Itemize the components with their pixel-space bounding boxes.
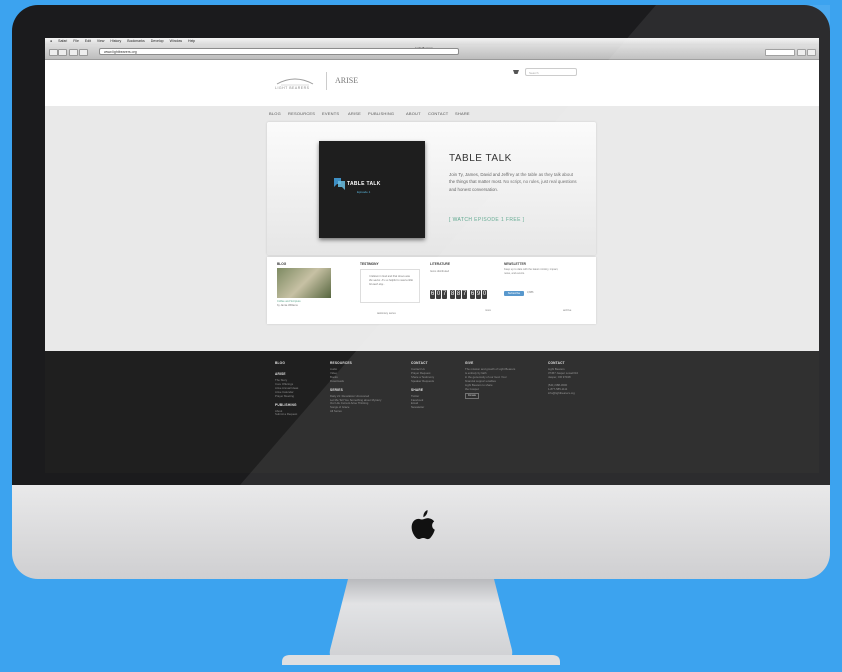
nav-resources[interactable]: RESOURCES — [288, 111, 315, 116]
footer-col-address: CONTACT Light Bearers 37457 Jasper Lowel… — [548, 361, 578, 395]
hero-description: Join Ty, James, David and Jeffrey at the… — [449, 172, 577, 192]
counter-digit: 0 — [436, 290, 441, 299]
counter-digit: 6 — [430, 290, 435, 299]
table-talk-logo-icon — [334, 178, 345, 190]
nav-events[interactable]: EVENTS — [322, 111, 339, 116]
testimony-quote-box: I believe in God and that Jesus was the … — [360, 269, 420, 303]
menu-item[interactable]: History — [110, 38, 121, 45]
watch-episode-link[interactable]: [ WATCH EPISODE 1 FREE ] — [449, 217, 524, 223]
counter-digit: 0 — [482, 290, 487, 299]
footer-heading[interactable]: ARISE — [275, 372, 298, 376]
counter-digit: 7 — [442, 290, 447, 299]
menu-item[interactable]: Window — [170, 38, 182, 45]
literature-more-link[interactable]: more — [485, 309, 491, 313]
give-text: the Gospel. — [465, 386, 480, 391]
apple-menu-icon[interactable]: ● — [50, 38, 52, 45]
blog-widget-heading[interactable]: BLOG — [277, 262, 286, 266]
widgets-panel: BLOG Coffee and Scripture by Jamie Willi… — [267, 257, 596, 324]
footer-col-give: GIVE The mission and growth of Light Bea… — [465, 361, 517, 400]
browser-window: ● Safari File Edit View History Bookmark… — [45, 38, 819, 473]
footer-link[interactable]: Newsletter — [411, 405, 434, 410]
literature-counter: 6 0 7 8 8 7 6 9 0 — [430, 290, 494, 300]
footer-heading[interactable]: PUBLISHING — [275, 403, 298, 407]
counter-digit: 7 — [462, 290, 467, 299]
hero-carousel: TABLE TALK Episode 1 TABLE TALK Join Ty,… — [267, 122, 596, 255]
site-footer: BLOG ARISE The Story Core Offerings Aris… — [45, 351, 819, 473]
screen-bezel: ● Safari File Edit View History Bookmark… — [12, 5, 830, 485]
blog-post-byline: by Jamie Williams — [277, 304, 298, 307]
downloads-button[interactable] — [797, 49, 806, 56]
footer-heading[interactable]: SERIES — [330, 388, 381, 392]
literature-label: Items distributed — [430, 270, 450, 273]
menu-item[interactable]: Develop — [151, 38, 164, 45]
site-search-input[interactable]: Search — [525, 68, 577, 76]
bookmarks-button[interactable] — [807, 49, 816, 56]
hero-title: TABLE TALK — [449, 153, 512, 164]
blog-thumbnail[interactable] — [277, 268, 331, 298]
footer-heading[interactable]: SHARE — [411, 388, 434, 392]
arise-logo[interactable]: ARISE — [335, 76, 358, 85]
url-field[interactable]: www.lightbearers.org — [99, 48, 459, 55]
browser-search-field[interactable] — [765, 49, 795, 56]
footer-heading[interactable]: RESOURCES — [330, 361, 381, 365]
newsletter-widget-heading[interactable]: NEWSLETTER — [504, 262, 526, 266]
hero-image-title: TABLE TALK — [347, 181, 381, 187]
menu-item[interactable]: File — [73, 38, 79, 45]
footer-heading[interactable]: CONTACT — [411, 361, 434, 365]
newsletter-text: Keep up to date with the latest ministry… — [504, 268, 559, 275]
nav-publishing[interactable]: PUBLISHING — [368, 111, 394, 116]
footer-link[interactable]: Speaker Requests — [411, 379, 434, 384]
footer-col-resources: RESOURCES Audio Video Books Downloads SE… — [330, 361, 381, 414]
menu-item[interactable]: Edit — [85, 38, 91, 45]
footer-heading[interactable]: CONTACT — [548, 361, 578, 365]
hero-image[interactable]: TABLE TALK Episode 1 — [319, 141, 425, 238]
testimony-series-link[interactable]: testimony series — [377, 312, 396, 316]
footer-col-contact: CONTACT Contact Us Prayer Request Share … — [411, 361, 434, 410]
reload-button[interactable] — [79, 49, 88, 56]
counter-digit: 8 — [456, 290, 461, 299]
literature-widget-heading[interactable]: LITERATURE — [430, 262, 450, 266]
counter-digit: 8 — [450, 290, 455, 299]
menu-item[interactable]: Help — [188, 38, 195, 45]
logo-text[interactable]: LIGHT BEARERS — [275, 86, 309, 90]
imac-mockup: ● Safari File Edit View History Bookmark… — [0, 0, 842, 672]
nav-share[interactable]: SHARE — [455, 111, 470, 116]
footer-heading[interactable]: GIVE — [465, 361, 517, 365]
main-nav: BLOG RESOURCES EVENTS ARISE PUBLISHING A… — [269, 111, 589, 119]
hero-image-subtitle: Episode 1 — [357, 190, 371, 194]
menu-item[interactable]: Safari — [58, 38, 67, 45]
site-header: LIGHT BEARERS ARISE Search — [45, 60, 819, 106]
counter-digit: 9 — [476, 290, 481, 299]
share-button[interactable] — [69, 49, 78, 56]
testimony-widget-heading[interactable]: TESTIMONY — [360, 262, 379, 266]
counter-digit: 6 — [470, 290, 475, 299]
nav-arise[interactable]: ARISE — [348, 111, 361, 116]
donate-button[interactable]: Donate — [465, 393, 479, 400]
nav-contact[interactable]: CONTACT — [428, 111, 448, 116]
newsletter-archive-link[interactable]: archive — [563, 309, 571, 313]
testimony-quote: I believe in God and that Jesus was the … — [369, 275, 413, 286]
footer-link[interactable]: Submit a Request — [275, 413, 298, 417]
footer-col-blog-arise: BLOG ARISE The Story Core Offerings Aris… — [275, 361, 298, 417]
apple-logo-icon — [411, 510, 435, 540]
os-menubar: ● Safari File Edit View History Bookmark… — [45, 38, 819, 45]
nav-blog[interactable]: BLOG — [269, 111, 281, 116]
logo-divider — [326, 72, 327, 90]
menu-item[interactable]: View — [97, 38, 105, 45]
nav-about[interactable]: ABOUT — [406, 111, 421, 116]
menu-item[interactable]: Bookmarks — [127, 38, 145, 45]
footer-heading[interactable]: BLOG — [275, 361, 298, 365]
footer-link[interactable]: All Series — [330, 409, 381, 414]
back-button[interactable] — [49, 49, 58, 56]
forward-button[interactable] — [58, 49, 67, 56]
subscribe-button[interactable]: Subscribe — [504, 291, 524, 296]
cart-icon[interactable] — [513, 70, 519, 75]
subscriber-count: 3,886 — [527, 291, 534, 294]
monitor-chin — [12, 485, 830, 579]
email-link[interactable]: info@lightbearers.org — [548, 391, 578, 396]
browser-toolbar: Light Bearers www.lightbearers.org — [45, 45, 819, 60]
